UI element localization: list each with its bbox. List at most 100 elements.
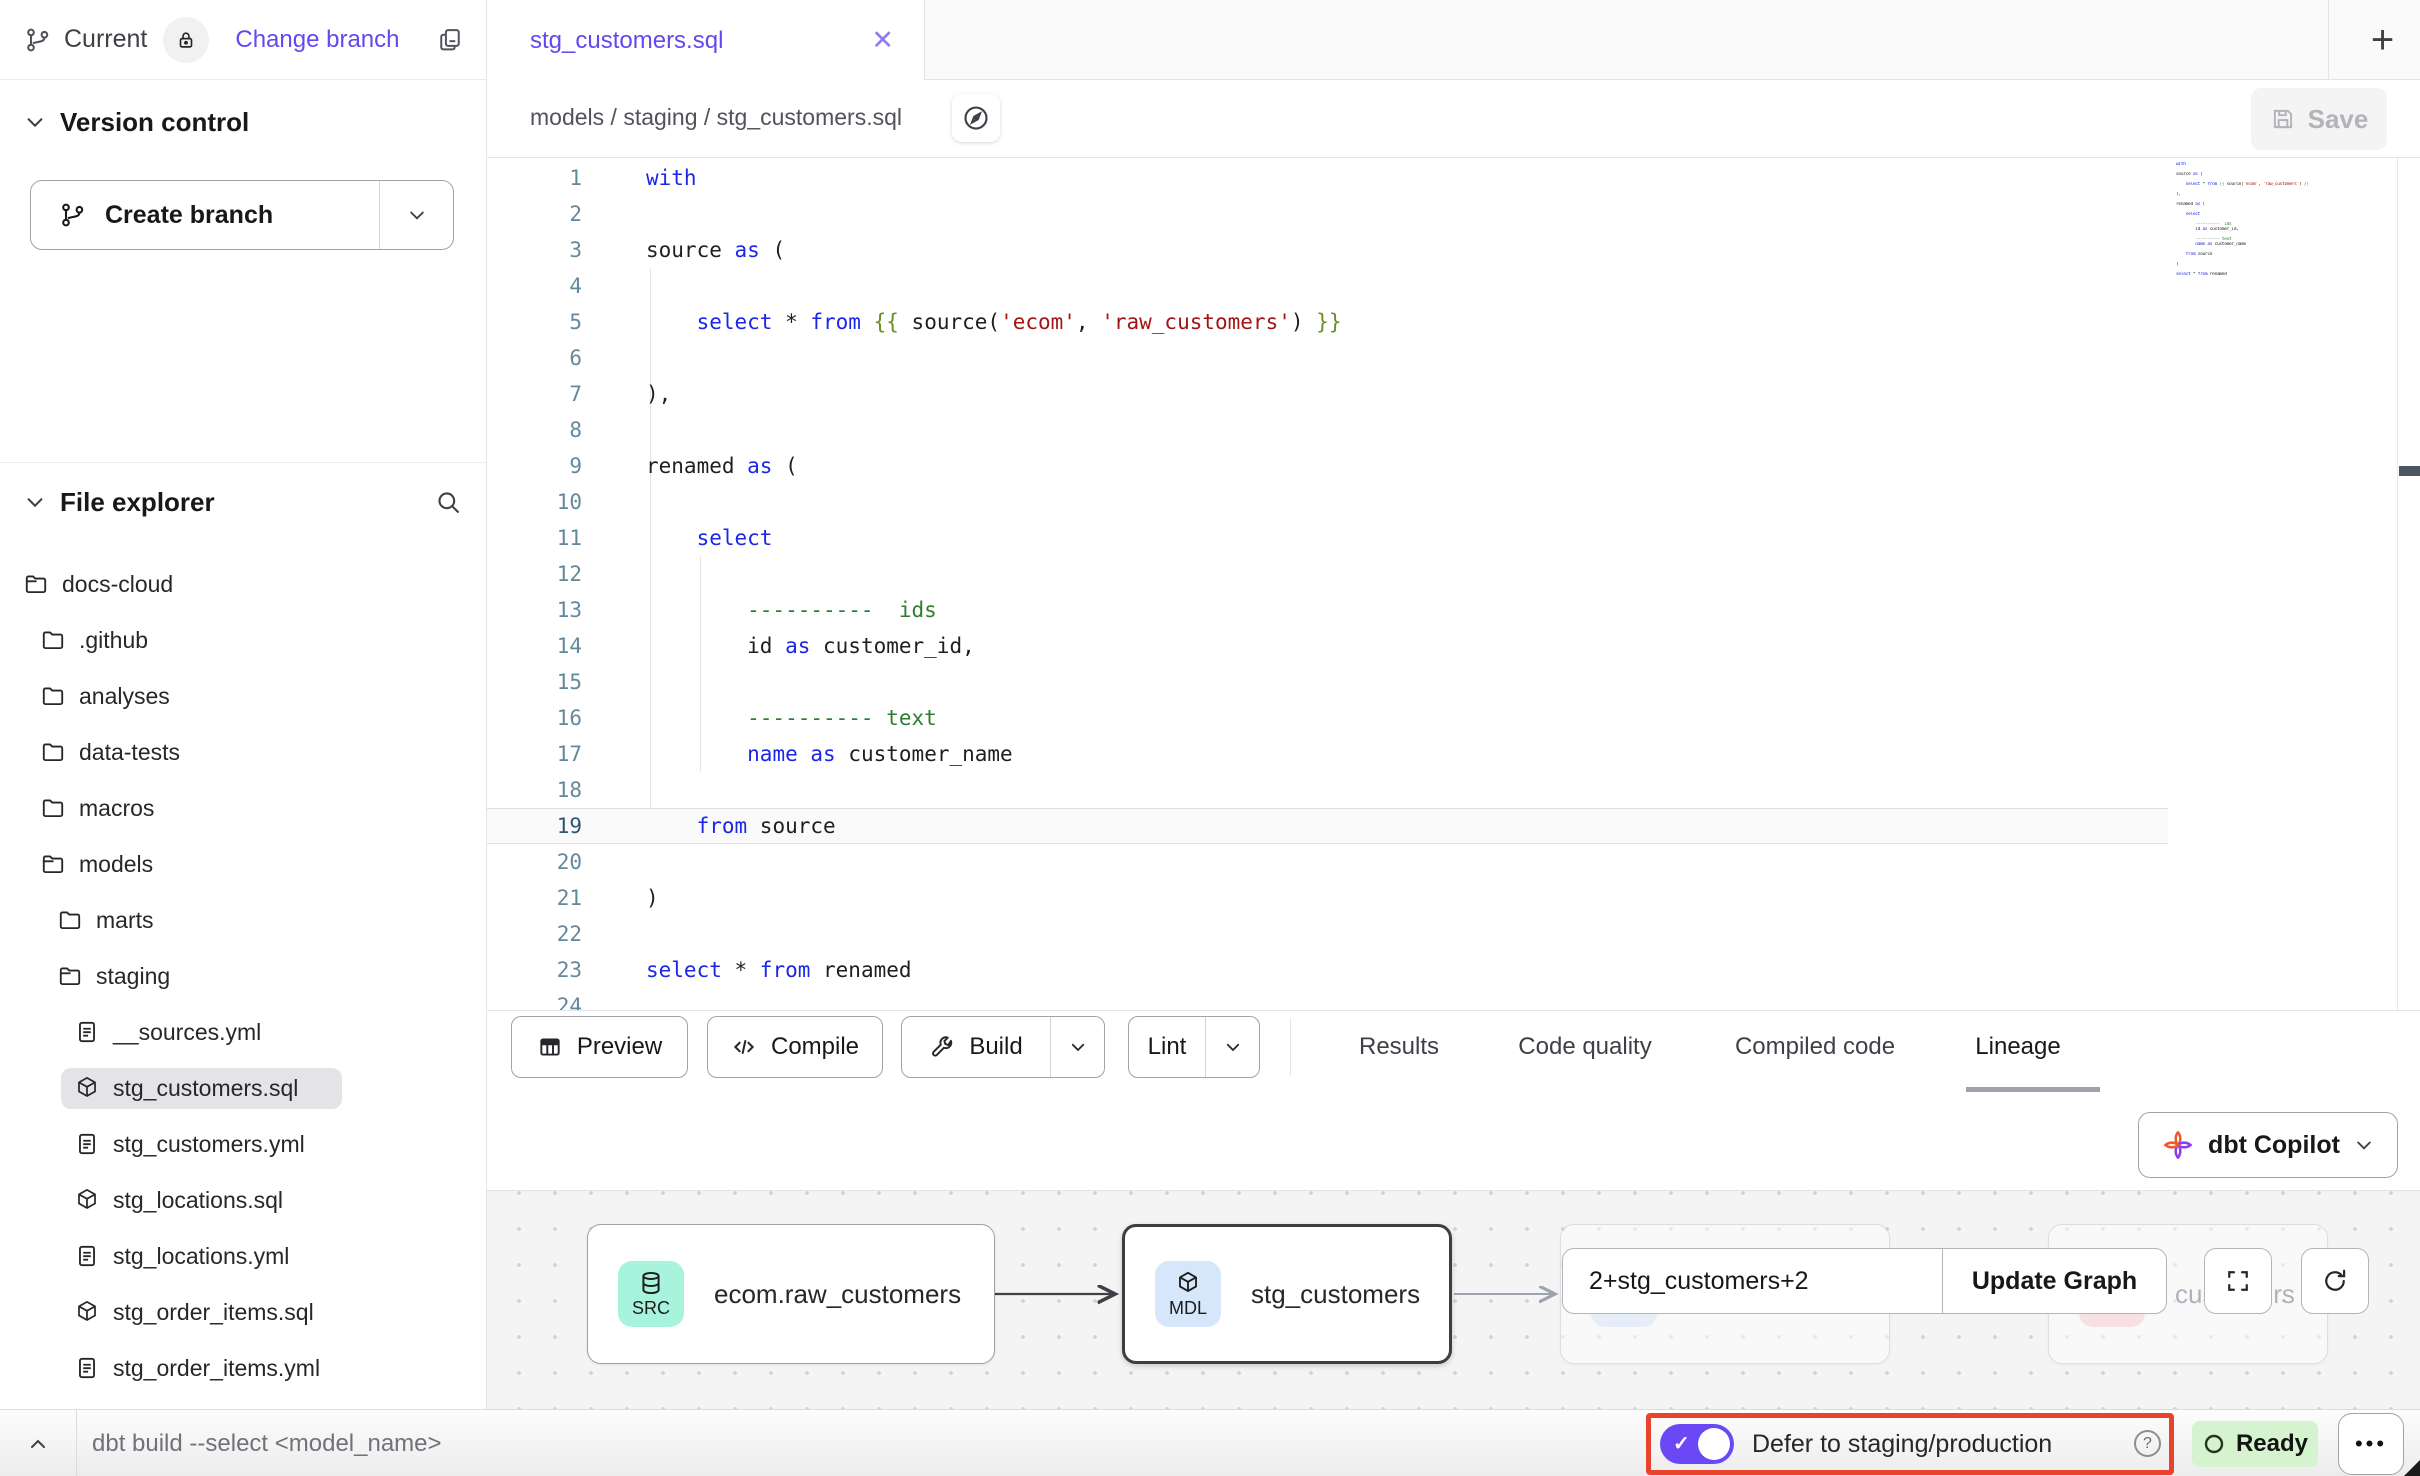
create-branch-dropdown[interactable]: [379, 181, 453, 249]
tree-item-stg-locations-sql[interactable]: stg_locations.sql: [0, 1172, 486, 1228]
lint-dropdown[interactable]: [1205, 1017, 1259, 1077]
code-line-23[interactable]: 23select * from renamed: [487, 952, 2420, 988]
code-line-10[interactable]: 10: [487, 484, 2420, 520]
more-options-button[interactable]: •••: [2338, 1413, 2404, 1475]
file-label: marts: [96, 907, 154, 934]
fullscreen-icon[interactable]: [2204, 1248, 2272, 1314]
line-number: 19: [487, 814, 582, 838]
code-line-20[interactable]: 20: [487, 844, 2420, 880]
tree-item-staging[interactable]: staging: [0, 948, 486, 1004]
code-line-3[interactable]: 3source as (: [487, 232, 2420, 268]
file-explorer-title: File explorer: [60, 487, 215, 518]
tab-title: stg_customers.sql: [530, 27, 723, 55]
create-branch-button[interactable]: Create branch: [30, 180, 454, 250]
copy-icon[interactable]: [436, 26, 464, 54]
model-icon: [74, 1075, 100, 1101]
command-input[interactable]: [92, 1416, 1612, 1471]
tab-results[interactable]: Results: [1359, 1033, 1439, 1061]
tree-item-content: docs-cloud: [10, 564, 217, 605]
code-line-15[interactable]: 15: [487, 664, 2420, 700]
update-graph-button[interactable]: Update Graph: [1942, 1248, 2167, 1314]
lineage-selector-input[interactable]: [1562, 1248, 1942, 1314]
code-line-5[interactable]: 5 select * from {{ source('ecom', 'raw_c…: [487, 304, 2420, 340]
tree-item-stg-order-items-sql[interactable]: stg_order_items.sql: [0, 1284, 486, 1340]
tree-item-stg-order-items-yml[interactable]: stg_order_items.yml: [0, 1340, 486, 1396]
preview-button[interactable]: Preview: [511, 1016, 688, 1078]
code-line-14[interactable]: 14 id as customer_id,: [487, 628, 2420, 664]
code-line-9[interactable]: 9renamed as (: [487, 448, 2420, 484]
code-editor[interactable]: 1with23source as (45 select * from {{ so…: [487, 158, 2420, 1011]
tab-lineage[interactable]: Lineage: [1975, 1033, 2060, 1061]
compass-icon[interactable]: [952, 94, 1000, 142]
scrollbar-thumb[interactable]: [2399, 466, 2420, 476]
tab-code-quality[interactable]: Code quality: [1518, 1033, 1651, 1061]
code-line-21[interactable]: 21): [487, 880, 2420, 916]
close-icon[interactable]: ✕: [871, 25, 894, 56]
refresh-icon[interactable]: [2301, 1248, 2369, 1314]
lineage-panel[interactable]: SRC ecom.raw_customers MDL stg_customers…: [487, 1190, 2420, 1409]
code-line-8[interactable]: 8: [487, 412, 2420, 448]
line-number: 16: [487, 706, 582, 730]
tree-item--sources-yml[interactable]: __sources.yml: [0, 1004, 486, 1060]
code-line-7[interactable]: 7),: [487, 376, 2420, 412]
tree-item-stg-customers-sql[interactable]: stg_customers.sql: [0, 1060, 486, 1116]
code-line-16[interactable]: 16 ---------- text: [487, 700, 2420, 736]
code-line-17[interactable]: 17 name as customer_name: [487, 736, 2420, 772]
divider: [2397, 158, 2398, 1011]
chevron-down-icon: [24, 111, 46, 133]
ready-label: Ready: [2236, 1430, 2308, 1458]
code-line-12[interactable]: 12: [487, 556, 2420, 592]
new-tab-button[interactable]: +: [2345, 0, 2420, 80]
code-line-1[interactable]: 1with: [487, 160, 2420, 196]
file-label: .github: [79, 627, 148, 654]
help-icon[interactable]: ?: [2134, 1430, 2161, 1457]
code-line-19[interactable]: 19 from source: [487, 808, 2168, 844]
tree-item--github[interactable]: .github: [0, 612, 486, 668]
code-line-2[interactable]: 2: [487, 196, 2420, 232]
tree-item-docs-cloud[interactable]: docs-cloud: [0, 556, 486, 612]
tree-item-marts[interactable]: marts: [0, 892, 486, 948]
tree-item-data-tests[interactable]: data-tests: [0, 724, 486, 780]
file-explorer-header[interactable]: File explorer: [0, 478, 486, 526]
file-icon: [74, 1019, 100, 1045]
resize-handle[interactable]: [2404, 1460, 2420, 1476]
version-control-header[interactable]: Version control: [0, 98, 486, 146]
line-content: ),: [646, 382, 671, 406]
tab-stg-customers-sql[interactable]: stg_customers.sql ✕: [487, 0, 925, 81]
chevron-up-icon[interactable]: [14, 1410, 62, 1476]
file-icon: [74, 1131, 100, 1157]
code-line-22[interactable]: 22: [487, 916, 2420, 952]
code-line-18[interactable]: 18: [487, 772, 2420, 808]
divider: [2328, 0, 2329, 80]
line-number: 9: [487, 454, 582, 478]
lineage-node-source[interactable]: SRC ecom.raw_customers: [587, 1224, 995, 1364]
editor-toolbar: Preview Compile Build Lint: [487, 1011, 2420, 1100]
folder-icon: [40, 683, 66, 709]
lineage-node-stg-customers[interactable]: MDL stg_customers: [1122, 1224, 1452, 1364]
defer-toggle[interactable]: ✓: [1660, 1424, 1734, 1464]
lint-button[interactable]: Lint: [1128, 1016, 1260, 1078]
compile-button[interactable]: Compile: [707, 1016, 883, 1078]
tree-item-content: macros: [27, 788, 198, 829]
code-line-4[interactable]: 4: [487, 268, 2420, 304]
code-line-6[interactable]: 6: [487, 340, 2420, 376]
source-badge: SRC: [618, 1261, 684, 1327]
tree-item-stg-locations-yml[interactable]: stg_locations.yml: [0, 1228, 486, 1284]
code-line-11[interactable]: 11 select: [487, 520, 2420, 556]
minimap[interactable]: withsource as ( select * from {{ source(…: [2176, 162, 2346, 282]
tree-item-stg-customers-yml[interactable]: stg_customers.yml: [0, 1116, 486, 1172]
tree-item-models[interactable]: models: [0, 836, 486, 892]
tree-item-analyses[interactable]: analyses: [0, 668, 486, 724]
search-icon[interactable]: [434, 488, 462, 516]
dbt-copilot-button[interactable]: dbt Copilot: [2138, 1112, 2398, 1178]
tree-item-macros[interactable]: macros: [0, 780, 486, 836]
save-button[interactable]: Save: [2251, 88, 2387, 150]
create-branch-main[interactable]: Create branch: [31, 181, 379, 249]
build-dropdown[interactable]: [1050, 1017, 1104, 1077]
build-button[interactable]: Build: [901, 1016, 1105, 1078]
line-number: 21: [487, 886, 582, 910]
code-line-13[interactable]: 13 ---------- ids: [487, 592, 2420, 628]
code-line-24[interactable]: 24: [487, 988, 2420, 1011]
change-branch-link[interactable]: Change branch: [235, 26, 399, 54]
tab-compiled-code[interactable]: Compiled code: [1735, 1033, 1895, 1061]
